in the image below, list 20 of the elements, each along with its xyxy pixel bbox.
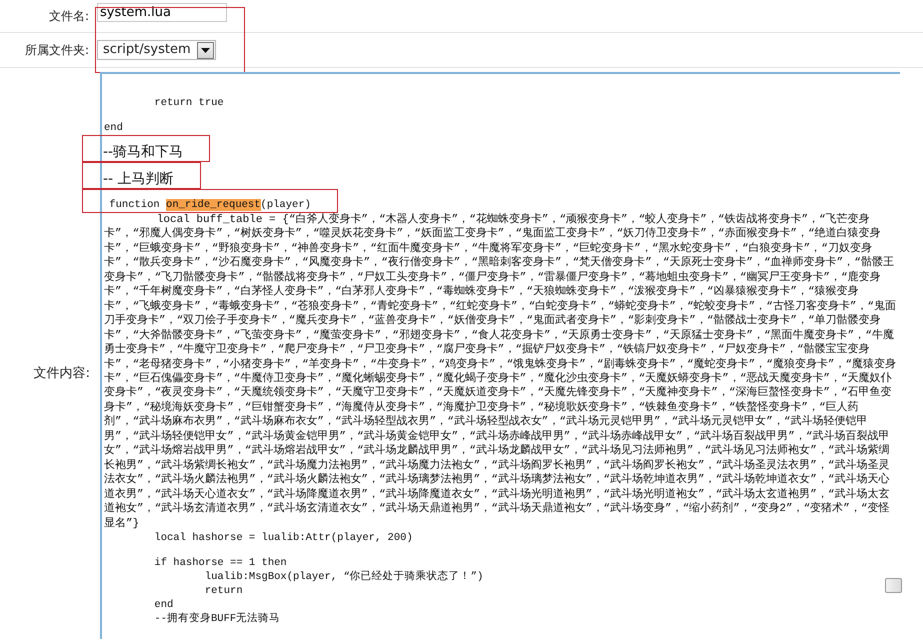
- code-line: (player): [260, 199, 311, 211]
- code-line: if hashorse == 1 then: [153, 556, 287, 569]
- code-line: return true: [153, 97, 224, 109]
- code-line: --拥有变身BUFF无法骑马: [153, 612, 280, 625]
- scrollbar-thumb[interactable]: [885, 578, 902, 593]
- code-line: function: [108, 199, 161, 211]
- code-line: local hashorse = lualib:Attr(player, 200): [153, 532, 413, 544]
- field-label: 文件名:: [48, 8, 90, 25]
- code-line: lualib:MsgBox(player, “你已经处于骑乘状态了！”): [204, 570, 484, 583]
- code-comment: --骑马和下马: [103, 144, 184, 160]
- code-line: end: [104, 122, 123, 134]
- code-line: end: [153, 598, 174, 611]
- field-label: 文件内容:: [32, 365, 91, 383]
- field-label: 所属文件夹:: [24, 42, 90, 59]
- code-line: local buff_table = {“白斧人变身卡”，“木器人变身卡”，“花蜘蛛变身卡”，“顽猴变身卡”，“蛟人变身卡”，“铁齿战将变身卡”，“飞芒变身卡”，“邪魔人偶变身卡”，“树妖变身卡”，“噬灵妖花变身卡”，“妖面监工变身卡”，“鬼面监工变身卡”，“妖刀侍卫变身卡”，“赤面猴变身卡”，“绝道白猿变身卡”，“巨蛾变身卡”，“野狼变身卡”，“神兽变身卡”，“红面牛魔变身卡”，“牛魔将军变身卡”，“巨蛇变身卡”，“黑水蛇变身卡”，“白狼变身卡”，“刀奴变身卡”，“散兵变身卡”，“沙石魔变身卡”，“风魔变身卡”，“夜行僧变身卡”，“黑暗刺客变身卡”，“梵天僧变身卡”，“天原死士变身卡”，“血禅师变身卡”，“骷髅王变身卡”，“飞刀骷髅变身卡”，“骷髅战将变身卡”，“尸奴工头变身卡”，“僵尸变身卡”，“雷暴僵尸变身卡”，“蓦地蛆虫变身卡”，“幽冥尸王变身卡”，“鹿变身卡”，“千年树魔变身卡”，“白茅怪人变身卡”，“白茅邪人变身卡”，“毒蜘蛛变身卡”，“天狼蜘蛛变身卡”，“泼猴变身卡”，“凶暴猿猴变身卡”，“猿猴变身卡”，“飞蛾变身卡”，“毒蛾变身卡”，“苍狼变身卡”，“青蛇变身卡”，“红蛇变身卡”，“白蛇变身卡”，“蟒蛇变身卡”，“蛇蛟变身卡”，“古怪刀客变身卡”，“鬼面刀手变身卡”，“双刀侩子手变身卡”，“魔兵变身卡”，“蓝兽变身卡”，“妖僧变身卡”，“鬼面武者变身卡”，“影刺变身卡”，“骷髅战士变身卡”，“单刀骷髅变身卡”，“大斧骷髅变身卡”，“飞萤变身卡”，“魔萤变身卡”，“邪翅变身卡”，“食人花变身卡”，“天原勇士变身卡”，“天原猛士变身卡”，“黑面牛魔变身卡”，“牛魔勇士变身卡”，“牛魔守卫变身卡”，“爬尸变身卡”，“尸卫变身卡”，“腐尸变身卡”，“掘铲尸奴变身卡”，“铁镐尸奴变身卡”，“尸奴变身卡”，“骷髅宝宝变身卡”，“老母猪变身卡”，“小猪变身卡”，“羊变身卡”，“牛变身卡”，“鸡变身卡”，“饿鬼蛛变身卡”，“剧毒蛛变身卡”，“魔蛇变身卡”，“魔狼变身卡”，“魔猿变身卡”，“巨石傀儡变身卡”，“牛魔侍卫变身卡”，“魔化蜥蜴变身卡”，“魔化蝎子变身卡”，“魔化沙虫变身卡”，“天魔妖蟒变身卡”，“恶战天魔变身卡”，“天魔奴仆变身卡”，“夜灵变身卡”，“天魔统领变身卡”，“天魔守卫变身卡”，“天魔妖道变身卡”，“天魔先锋变身卡”，“天魔神变身卡”，“深海巨螯怪变身卡”，“石甲鱼变身卡”，“秘境海妖变身卡”，“巨钳蟹变身卡”，“海魔侍从变身卡”，“海魔护卫变身卡”，“秘境歌妖变身卡”，“铁棘鱼变身卡”，“铁螯怪变身卡”，“巨人药剂”，“武斗场麻布衣男”，“武斗场麻布衣女”，“武斗场轻型战衣男”，“武斗场轻型战衣女”，“武斗场元灵铠甲男”，“武斗场元灵铠甲女”，“武斗场轻便铠甲男”，“武斗场轻便铠甲女”，“武斗场黄金铠甲男”，“武斗场黄金铠甲女”，“武斗场赤峰战甲男”，“武斗场赤峰战甲女”，“武斗场百裂战甲男”，“武斗场百裂战甲女”，“武斗场熔岩战甲男”，“武斗场熔岩战甲女”，“武斗场龙麟战甲男”，“武斗场龙麟战甲女”，“武斗场见习法师袍男”，“武斗场见习法师袍女”，“武斗场紫绸长袍男”，“武斗场紫绸长袍女”，“武斗场魔力法袍男”，“武斗场魔力法袍女”，“武斗场阎罗长袍男”，“武斗场阎罗长袍女”，“武斗场圣灵法衣男”，“武斗场圣灵法衣女”，“武斗场火麟法袍男”，“武斗场火麟法袍女”，“武斗场璃梦法袍男”，“武斗场璃梦法袍女”，“武斗场乾坤道衣男”，“武斗场乾坤道衣女”，“武斗场天心道衣男”，“武斗场天心道衣女”，“武斗场降魔道衣男”，“武斗场降魔道衣女”，“武斗场光明道袍男”，“武斗场光明道袍女”，“武斗场太玄道袍男”，“武斗场太玄道袍女”，“武斗场玄清道衣男”，“武斗场玄清道衣女”，“武斗场天鼎道袍男”，“武斗场天鼎道袍女”，“武斗场变身”，“缩小药剂”，“变身2”，“变猪术”，“变怪显名”}: [104, 213, 898, 531]
- code-comment: -- 上马判断: [103, 171, 174, 187]
- folder-dropdown[interactable]: script/system: [97, 40, 216, 60]
- filename-input[interactable]: system.lua: [97, 2, 227, 22]
- code-line: return: [204, 584, 243, 597]
- search-highlight: on_ride_request: [166, 199, 261, 211]
